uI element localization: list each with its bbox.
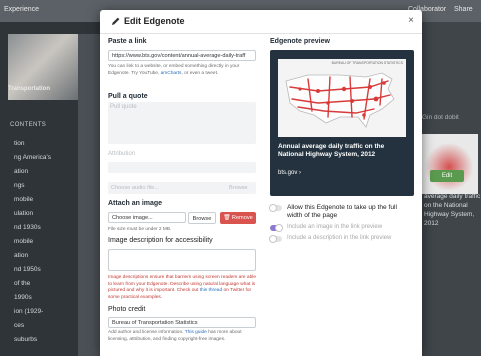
background-right-label: Gin dot dobit — [422, 114, 459, 121]
edit-edgenote-modal: Edit Edgenote × Paste a link https://www… — [100, 10, 422, 356]
edgenote-preview-card[interactable]: BUREAU OF TRANSPORTATION STATISTICS Annu… — [270, 50, 414, 196]
modal-title: Edit Edgenote — [124, 16, 185, 26]
background-edit-button[interactable]: Edit — [430, 170, 464, 182]
contents-item[interactable]: ation — [14, 168, 28, 175]
contents-item[interactable]: ces — [14, 322, 24, 329]
usa-map-icon — [285, 72, 395, 128]
audio-file-input[interactable]: Choose audio file... Browse — [108, 182, 256, 194]
toggle-label: Allow this Edgenote to take up the full … — [287, 204, 397, 219]
contents-item[interactable]: mobile — [14, 196, 33, 203]
background-caption: Transportation — [8, 86, 51, 92]
contents-item[interactable]: nd 1930s — [14, 224, 41, 231]
contents-item[interactable]: ion (1929- — [14, 308, 43, 315]
contents-item[interactable]: ulation — [14, 210, 33, 217]
traffic-map-image: BUREAU OF TRANSPORTATION STATISTICS — [278, 59, 406, 137]
attribution-label: Attribution — [108, 151, 136, 157]
pencil-icon — [112, 17, 120, 25]
preview-title: Annual average daily traffic on the Nati… — [278, 143, 385, 158]
image-description-heading: Image description for accessibility — [108, 237, 213, 244]
contents-item[interactable]: ation — [14, 252, 28, 259]
contents-item[interactable]: ng America's — [14, 154, 51, 161]
remove-label: Remove — [231, 215, 253, 221]
map-header: BUREAU OF TRANSPORTATION STATISTICS — [331, 61, 403, 65]
attach-image-heading: Attach an image — [108, 200, 163, 207]
preview-domain: bts.gov › — [278, 170, 302, 176]
image-browse-button[interactable]: Browse — [188, 212, 216, 224]
description-error: Image descriptions ensure that barriers … — [108, 275, 256, 300]
remove-image-button[interactable]: 🗑 Remove — [220, 212, 256, 224]
attribution-input[interactable] — [108, 162, 256, 173]
contents-item[interactable]: nd 1950s — [14, 266, 41, 273]
contents-item[interactable]: 1990s — [14, 294, 32, 301]
background-top-label: Experience — [4, 6, 40, 13]
paste-link-heading: Paste a link — [108, 38, 147, 45]
audio-browse-button[interactable]: Browse — [229, 185, 248, 191]
modal-header: Edit Edgenote × — [100, 10, 422, 34]
photo-credit-heading: Photo credit — [108, 306, 146, 313]
contents-item[interactable]: tion — [14, 140, 24, 147]
background-column — [78, 34, 100, 356]
background-map-thumb — [420, 134, 478, 194]
contents-item[interactable]: of the — [14, 280, 30, 287]
preview-heading: Edgenote preview — [270, 38, 330, 45]
link-input[interactable]: https://www.bts.gov/content/annual-avera… — [108, 50, 256, 61]
close-icon[interactable]: × — [408, 15, 414, 26]
background-right-panel: Gin dot dobit Edit average daily traffic… — [414, 22, 481, 356]
photo-credit-input[interactable]: Bureau of Transportation Statistics — [108, 317, 256, 328]
share-label: Share — [454, 6, 473, 13]
contents-item[interactable]: ngs — [14, 182, 24, 189]
toggle-switch[interactable] — [270, 236, 282, 242]
toggle-label: Include an image in the link preview — [287, 224, 383, 230]
background-right-caption: average daily traffic on the National Hi… — [424, 193, 481, 227]
contents-item[interactable]: mobile — [14, 238, 33, 245]
contents-item[interactable]: suburbs — [14, 336, 37, 343]
toggle-switch[interactable] — [270, 205, 282, 211]
link-help: You can link to a website, or embed some… — [108, 64, 240, 76]
image-description-textarea[interactable] — [108, 249, 256, 271]
image-file-input[interactable]: Choose image... — [108, 212, 186, 223]
photo-credit-help: Add author and license information. This… — [108, 330, 242, 342]
amcharts-link[interactable]: amCharts — [161, 71, 182, 76]
this-thread-link[interactable]: this thread — [200, 288, 222, 293]
toggle-switch[interactable] — [270, 225, 282, 231]
trash-icon: 🗑 — [223, 215, 231, 221]
contents-heading: CONTENTS — [10, 122, 47, 128]
this-guide-link[interactable]: This guide — [185, 330, 207, 335]
file-size-note: File size must be under 2 MB. — [108, 227, 172, 232]
pull-quote-input[interactable]: Pull quote — [108, 102, 256, 144]
toggle-label: Include a description in the link previe… — [287, 235, 392, 241]
pull-quote-heading: Pull a quote — [108, 93, 148, 100]
